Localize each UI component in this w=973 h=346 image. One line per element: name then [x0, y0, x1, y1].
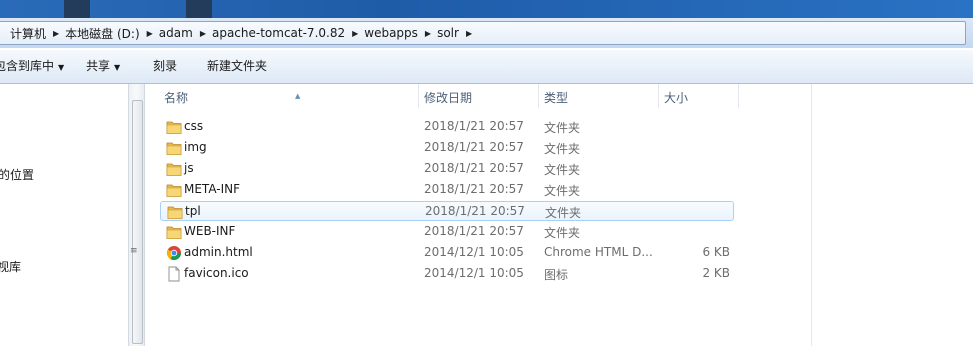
file-list: 名称 ▲ 修改日期 类型 大小 css 2018/1/21 20:57 文件夹 …: [146, 84, 973, 346]
breadcrumb-drive-d[interactable]: 本地磁盘 (D:) ▶: [65, 25, 159, 42]
breadcrumb-label: apache-tomcat-7.0.82: [211, 26, 346, 40]
folder-icon: [167, 204, 183, 220]
chevron-right-icon[interactable]: ▶: [345, 29, 364, 38]
column-header-label: 修改日期: [424, 91, 473, 105]
address-bar[interactable]: 计算机 ▶ 本地磁盘 (D:) ▶ adam ▶ apache-tomcat-7.0.…: [0, 21, 966, 45]
chevron-right-icon[interactable]: ▶: [459, 29, 478, 38]
column-header-label: 大小: [664, 91, 689, 105]
breadcrumb-webapps[interactable]: webapps ▶: [364, 26, 437, 40]
file-type: 文件夹: [544, 226, 581, 240]
burn-button[interactable]: 刻录: [153, 50, 177, 83]
window-title-strip: [0, 0, 973, 18]
file-type: 文件夹: [544, 142, 581, 156]
column-header-modified[interactable]: 修改日期: [419, 84, 539, 108]
breadcrumb-label: 本地磁盘 (D:): [65, 26, 140, 41]
sort-ascending-icon: ▲: [295, 92, 301, 100]
column-header-type[interactable]: 类型: [539, 84, 659, 108]
file-date: 2018/1/21 20:57: [424, 182, 524, 196]
file-name: favicon.ico: [184, 266, 249, 280]
breadcrumb-adam[interactable]: adam ▶: [159, 26, 212, 40]
file-row[interactable]: WEB-INF 2018/1/21 20:57 文件夹: [160, 222, 734, 242]
taskbar-thumb: [64, 0, 90, 18]
file-icon: [166, 266, 182, 282]
nav-item-locations[interactable]: 的位置: [0, 166, 34, 183]
folder-icon: [166, 224, 182, 240]
breadcrumb-solr[interactable]: solr ▶: [437, 26, 478, 40]
chevron-right-icon[interactable]: ▶: [193, 29, 212, 38]
breadcrumb-label: 计算机: [10, 26, 47, 41]
new-folder-button[interactable]: 新建文件夹: [207, 50, 267, 83]
include-in-library-button[interactable]: 包含到库中 ▼: [0, 50, 64, 83]
breadcrumb-label: adam: [158, 26, 193, 40]
address-bar-area: 计算机 ▶ 本地磁盘 (D:) ▶ adam ▶ apache-tomcat-7.0.…: [0, 18, 973, 48]
file-date: 2014/12/1 10:05: [424, 266, 524, 280]
chevron-right-icon[interactable]: ▶: [46, 29, 65, 38]
file-type: 文件夹: [544, 121, 581, 135]
column-header-size[interactable]: 大小: [659, 84, 739, 108]
folder-icon: [166, 140, 182, 156]
file-size: 6 KB: [702, 245, 730, 259]
file-name: META-INF: [184, 182, 241, 196]
chevron-right-icon[interactable]: ▶: [418, 29, 437, 38]
folder-icon: [166, 161, 182, 177]
file-size: 2 KB: [702, 266, 730, 280]
file-date: 2018/1/21 20:57: [424, 140, 524, 154]
column-header-label: 类型: [544, 91, 569, 105]
dropdown-arrow-icon: ▼: [58, 63, 65, 72]
folder-icon: [166, 119, 182, 135]
breadcrumb-tomcat[interactable]: apache-tomcat-7.0.82 ▶: [212, 26, 364, 40]
file-row-selected[interactable]: tpl 2018/1/21 20:57 文件夹: [160, 201, 734, 221]
file-name: css: [184, 119, 204, 133]
scrollbar-thumb[interactable]: [132, 100, 143, 344]
file-date: 2014/12/1 10:05: [424, 245, 524, 259]
nav-item-library[interactable]: 视库: [0, 258, 21, 275]
column-header-name[interactable]: 名称 ▲: [159, 84, 419, 108]
file-type: 文件夹: [544, 163, 581, 177]
file-name: js: [184, 161, 194, 175]
folder-icon: [166, 182, 182, 198]
file-type: Chrome HTML D...: [544, 245, 653, 259]
chrome-html-icon: [166, 245, 182, 261]
file-row[interactable]: favicon.ico 2014/12/1 10:05 图标 2 KB: [160, 264, 734, 284]
file-name: admin.html: [184, 245, 253, 259]
file-date: 2018/1/21 20:57: [424, 224, 524, 238]
pane-divider: [811, 84, 812, 346]
file-date: 2018/1/21 20:57: [424, 119, 524, 133]
pane-scrollbar[interactable]: ≡: [128, 84, 145, 346]
column-header-label: 名称: [164, 91, 189, 105]
file-row[interactable]: admin.html 2014/12/1 10:05 Chrome HTML D…: [160, 243, 734, 263]
file-row[interactable]: css 2018/1/21 20:57 文件夹: [160, 117, 734, 137]
include-in-library-label: 包含到库中: [0, 59, 55, 73]
breadcrumb-label: webapps: [364, 26, 418, 40]
file-date: 2018/1/21 20:57: [425, 204, 525, 218]
navigation-pane: 的位置 视库: [0, 84, 128, 346]
breadcrumb-computer[interactable]: 计算机 ▶: [10, 25, 65, 42]
grip-icon: ≡: [130, 246, 138, 256]
file-type: 图标: [544, 268, 569, 282]
share-button[interactable]: 共享 ▼: [86, 50, 120, 83]
file-row[interactable]: img 2018/1/21 20:57 文件夹: [160, 138, 734, 158]
file-row[interactable]: META-INF 2018/1/21 20:57 文件夹: [160, 180, 734, 200]
file-type: 文件夹: [545, 206, 582, 220]
file-name: tpl: [185, 204, 201, 218]
file-row[interactable]: js 2018/1/21 20:57 文件夹: [160, 159, 734, 179]
command-toolbar: 包含到库中 ▼ 共享 ▼ 刻录 新建文件夹: [0, 50, 973, 84]
chevron-right-icon[interactable]: ▶: [140, 29, 159, 38]
file-type: 文件夹: [544, 184, 581, 198]
share-label: 共享: [86, 59, 111, 73]
file-date: 2018/1/21 20:57: [424, 161, 524, 175]
breadcrumb-label: solr: [437, 26, 459, 40]
file-name: WEB-INF: [184, 224, 236, 238]
dropdown-arrow-icon: ▼: [114, 63, 121, 72]
file-name: img: [184, 140, 207, 154]
taskbar-thumb: [186, 0, 212, 18]
